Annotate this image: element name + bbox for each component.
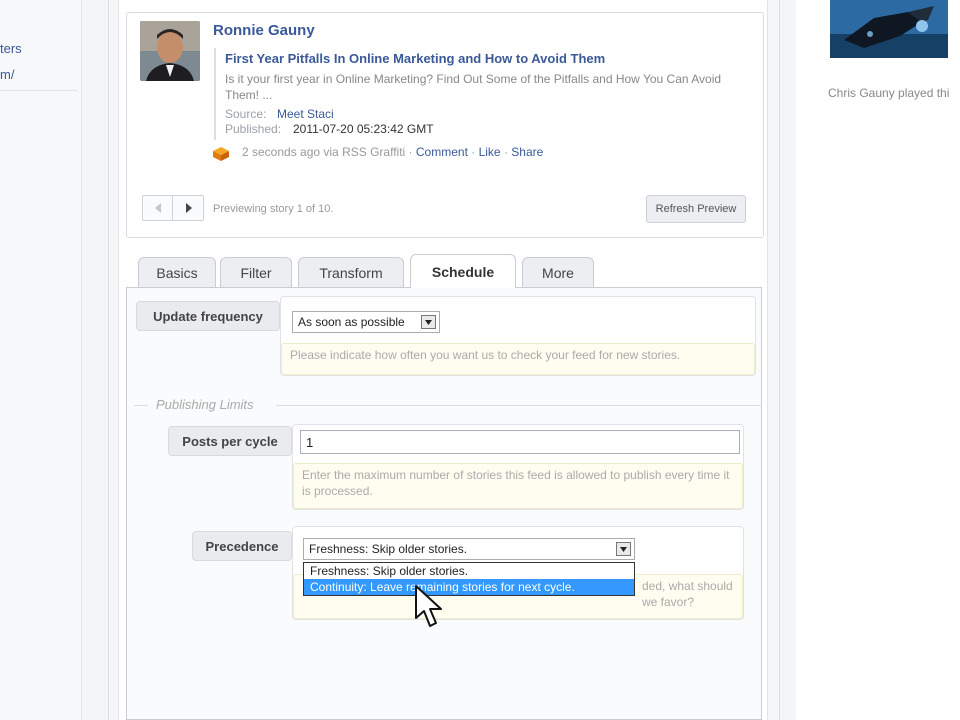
left-sidebar bbox=[0, 0, 82, 720]
published-value: 2011-07-20 05:23:42 GMT bbox=[293, 122, 434, 136]
like-link[interactable]: Like bbox=[479, 145, 501, 159]
game-thumbnail[interactable] bbox=[830, 0, 948, 58]
source-label: Source: bbox=[225, 107, 267, 121]
author-name[interactable]: Ronnie Gauny bbox=[213, 22, 315, 39]
footer-separator: · bbox=[408, 145, 413, 159]
activity-text: Chris Gauny played thi bbox=[828, 86, 950, 100]
section-divider-right bbox=[276, 405, 762, 406]
posts-per-cycle-label: Posts per cycle bbox=[168, 426, 292, 456]
posts-per-cycle-hint: Enter the maximum number of stories this… bbox=[293, 463, 743, 509]
tab-basics[interactable]: Basics bbox=[138, 257, 216, 287]
update-frequency-hint: Please indicate how often you want us to… bbox=[281, 343, 755, 375]
precedence-label: Precedence bbox=[192, 531, 292, 561]
section-divider-left bbox=[134, 405, 148, 406]
chevron-right-icon bbox=[186, 203, 192, 213]
footer-time: 2 seconds ago via RSS Graffiti bbox=[242, 145, 406, 159]
precedence-select[interactable]: Freshness: Skip older stories. bbox=[303, 538, 635, 560]
precedence-value: Freshness: Skip older stories. bbox=[309, 542, 468, 556]
precedence-option-freshness[interactable]: Freshness: Skip older stories. bbox=[304, 563, 634, 579]
tab-more[interactable]: More bbox=[522, 257, 594, 287]
story-title[interactable]: First Year Pitfalls In Online Marketing … bbox=[225, 51, 605, 66]
left-nav-item-2[interactable]: m/ bbox=[0, 67, 14, 82]
pager-status: Previewing story 1 of 10. bbox=[213, 203, 334, 215]
update-frequency-label: Update frequency bbox=[136, 301, 280, 331]
rss-graffiti-icon bbox=[212, 146, 230, 162]
posts-per-cycle-input[interactable]: 1 bbox=[300, 430, 740, 454]
story-footer: 2 seconds ago via RSS Graffiti · Comment… bbox=[242, 145, 543, 159]
previous-story-button[interactable] bbox=[143, 196, 173, 220]
dropdown-arrow-icon bbox=[421, 315, 436, 329]
comment-link[interactable]: Comment bbox=[416, 145, 468, 159]
dropdown-arrow-icon bbox=[616, 542, 631, 556]
tab-transform[interactable]: Transform bbox=[298, 257, 404, 287]
update-frequency-value: As soon as possible bbox=[298, 315, 405, 329]
left-divider bbox=[0, 90, 78, 91]
footer-separator: · bbox=[503, 145, 508, 159]
left-nav-item-1[interactable]: ters bbox=[0, 41, 22, 56]
precedence-dropdown-list[interactable]: Freshness: Skip older stories. Continuit… bbox=[303, 562, 635, 596]
tab-filter[interactable]: Filter bbox=[220, 257, 292, 287]
right-column bbox=[796, 0, 960, 720]
author-avatar[interactable] bbox=[140, 21, 200, 81]
tab-schedule[interactable]: Schedule bbox=[410, 254, 516, 288]
mouse-cursor-icon bbox=[414, 584, 444, 630]
story-description: Is it your first year in Online Marketin… bbox=[225, 72, 722, 102]
precedence-option-continuity[interactable]: Continuity: Leave remaining stories for … bbox=[304, 579, 634, 595]
source-link[interactable]: Meet Staci bbox=[277, 107, 334, 121]
story-pager bbox=[142, 195, 204, 221]
publishing-limits-title: Publishing Limits bbox=[152, 397, 258, 412]
update-frequency-select[interactable]: As soon as possible bbox=[292, 311, 440, 333]
refresh-preview-button[interactable]: Refresh Preview bbox=[646, 195, 746, 223]
quote-bar bbox=[214, 48, 216, 140]
next-story-button[interactable] bbox=[174, 196, 204, 220]
footer-separator: · bbox=[471, 145, 476, 159]
published-label: Published: bbox=[225, 122, 282, 136]
share-link[interactable]: Share bbox=[511, 145, 543, 159]
chevron-left-icon bbox=[154, 203, 161, 213]
